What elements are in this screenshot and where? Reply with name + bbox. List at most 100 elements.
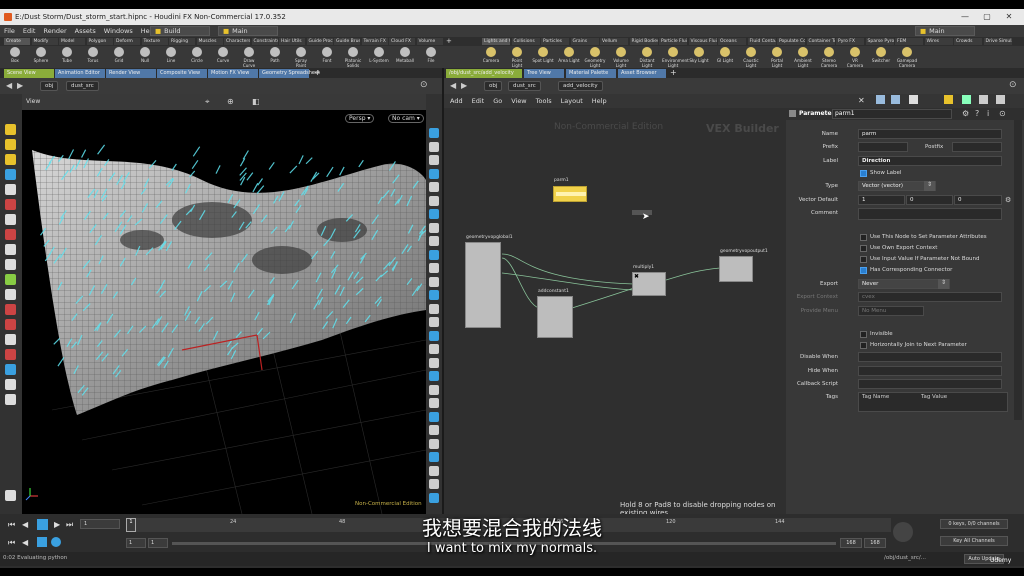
comment-icon[interactable]: i	[987, 109, 989, 118]
lock-icon[interactable]: ⊙	[999, 109, 1006, 118]
vector-gear-icon[interactable]: ⚙	[1005, 196, 1011, 204]
sticky-icon[interactable]	[944, 95, 953, 104]
param-node-name-field[interactable]: parm1	[832, 109, 952, 119]
prefix-field[interactable]	[858, 142, 908, 152]
net-menu-help[interactable]: Help	[592, 97, 607, 105]
maximize-button[interactable]: ▢	[976, 9, 998, 25]
shelf-tab-right-13[interactable]: Sparse Pyro	[865, 38, 894, 45]
postfix-field[interactable]	[952, 142, 1002, 152]
left-tool-12-icon[interactable]	[5, 304, 16, 315]
name-field[interactable]: parm	[858, 129, 1002, 139]
net-crumb-dust-src[interactable]: dust_src	[508, 81, 541, 91]
left-tool-4-icon[interactable]	[5, 184, 16, 195]
shelf-tool-15[interactable]: Metaball	[394, 47, 416, 63]
display-tool-13-icon[interactable]	[429, 303, 439, 314]
left-tool-11-icon[interactable]	[5, 289, 16, 300]
shelf-tool-14[interactable]: L-System	[368, 47, 390, 63]
net-menu-add[interactable]: Add	[450, 97, 463, 105]
left-tool-18-icon[interactable]	[5, 394, 16, 405]
shelf-light-tool-10[interactable]: Caustic Light	[740, 47, 762, 68]
node-parm1[interactable]	[553, 186, 587, 202]
camera-button[interactable]: No cam ▾	[388, 114, 424, 123]
snap-icon[interactable]: ⊕	[227, 97, 234, 106]
shelf-tab-right-14[interactable]: FEM	[895, 38, 923, 45]
shelf-tab-right-2[interactable]: Particles	[541, 38, 569, 45]
shelf-light-tool-12[interactable]: Ambient Light	[792, 47, 814, 68]
display-tool-11-icon[interactable]	[429, 276, 439, 287]
left-tool-10-icon[interactable]	[5, 274, 16, 285]
shelf-tab-right-12[interactable]: Pyro FX	[836, 38, 864, 45]
shelf-tab-right-17[interactable]: Drive Simula...	[983, 38, 1012, 45]
pane-tab-right-2[interactable]: Material Palette	[566, 69, 616, 78]
shelf-tab-right-3[interactable]: Grains	[570, 38, 599, 45]
shelf-light-tool-11[interactable]: Portal Light	[766, 47, 788, 68]
shelf-light-tool-3[interactable]: Area Light	[558, 47, 580, 63]
back-arrow-right-icon[interactable]: ◀	[450, 81, 456, 90]
display-tool-22-icon[interactable]	[429, 425, 439, 435]
shelf-tab-3[interactable]: Polygon	[86, 38, 113, 45]
shelf-light-tool-4[interactable]: Geometry Light	[584, 47, 606, 68]
display-tool-16-icon[interactable]	[429, 344, 439, 354]
path-crumb-obj[interactable]: obj	[40, 81, 59, 91]
shelf-tool-3[interactable]: Torus	[82, 47, 104, 63]
node-geometryvopoutput1[interactable]	[719, 256, 753, 282]
display-tool-19-icon[interactable]	[429, 384, 439, 395]
tags-table[interactable]: Tag Name Tag Value	[858, 392, 1008, 412]
net-menu-go[interactable]: Go	[493, 97, 502, 105]
left-tool-9-icon[interactable]	[5, 259, 16, 270]
param-scrollbar[interactable]	[1014, 120, 1022, 420]
vector-default-y[interactable]: 0	[906, 195, 953, 205]
left-tool-14-icon[interactable]	[5, 334, 16, 345]
net-menu-view[interactable]: View	[511, 97, 526, 105]
persp-button[interactable]: Persp ▾	[345, 114, 375, 123]
net-menu-edit[interactable]: Edit	[472, 97, 485, 105]
shelf-tab-13[interactable]: Terrain FX	[361, 38, 388, 45]
left-tool-2-icon[interactable]	[5, 154, 16, 165]
invisible-checkbox[interactable]	[860, 331, 867, 338]
menu-assets[interactable]: Assets	[71, 27, 100, 35]
left-tool-3-icon[interactable]	[5, 169, 16, 180]
shelf-light-tool-5[interactable]: Volume Light	[610, 47, 632, 68]
display-tool-3-icon[interactable]	[429, 168, 439, 179]
pane-tab-right-0[interactable]: /obj/dust_src/add_velocity	[446, 69, 522, 78]
pane-add-tab-icon[interactable]: +	[314, 68, 321, 77]
shelf-tab-right-0[interactable]: Lights and C.	[482, 38, 510, 45]
network-editor[interactable]: Non-Commercial Edition VEX Builder parm1…	[444, 108, 786, 514]
pane-tab-left-1[interactable]: Animation Editor	[55, 69, 105, 78]
left-tool-16-icon[interactable]	[5, 364, 16, 375]
shelf-tab-right-10[interactable]: Populate Con...	[777, 38, 805, 45]
left-tool-1-icon[interactable]	[5, 139, 16, 150]
display-tool-4-icon[interactable]	[429, 182, 439, 192]
shelf-tab-5[interactable]: Texture	[141, 38, 168, 45]
wrench-icon[interactable]: ✕	[858, 96, 865, 105]
display-tool-12-icon[interactable]	[429, 290, 439, 300]
display-tool-15-icon[interactable]	[429, 330, 439, 341]
shelf-tool-13[interactable]: Platonic Solids	[342, 47, 364, 68]
pane-right-add-tab-icon[interactable]: +	[670, 68, 677, 77]
shelf-tool-2[interactable]: Tube	[56, 47, 78, 63]
pane-tab-left-4[interactable]: Motion FX View	[208, 69, 258, 78]
shelf-light-tool-6[interactable]: Distant Light	[636, 47, 658, 68]
hide-when-field[interactable]	[858, 366, 1002, 376]
shelf-tool-4[interactable]: Grid	[108, 47, 130, 63]
opt-set-param-attrs-checkbox[interactable]	[860, 234, 867, 241]
shelf-tab-right-4[interactable]: Vellum	[600, 38, 628, 45]
shelf-tab-right-5[interactable]: Rigid Bodies	[629, 38, 658, 45]
disable-when-field[interactable]	[858, 352, 1002, 362]
label-field[interactable]: Direction	[858, 156, 1002, 166]
shelf-tool-16[interactable]: File	[420, 47, 442, 63]
node-addconstant1[interactable]	[537, 296, 573, 338]
display-tool-0-icon[interactable]	[429, 128, 439, 138]
shelf-tab-10[interactable]: Hair Utils	[279, 38, 305, 45]
shelf-tab-9[interactable]: Constraints	[251, 38, 278, 45]
display-tool-17-icon[interactable]	[429, 357, 439, 368]
left-tool-7-icon[interactable]	[5, 229, 16, 240]
shelf-tool-0[interactable]: Box	[4, 47, 26, 63]
display-tool-18-icon[interactable]	[429, 371, 439, 381]
display-tool-27-icon[interactable]	[429, 492, 439, 503]
shelf-tab-right-1[interactable]: Collisions	[511, 38, 540, 45]
shelf-light-tool-16[interactable]: Gamepad Camera	[896, 47, 918, 68]
shelf-tab-12[interactable]: Guide Brushes	[334, 38, 360, 45]
pin-right-icon[interactable]: ⊙	[1009, 80, 1017, 90]
display-tool-2-icon[interactable]	[429, 155, 439, 165]
